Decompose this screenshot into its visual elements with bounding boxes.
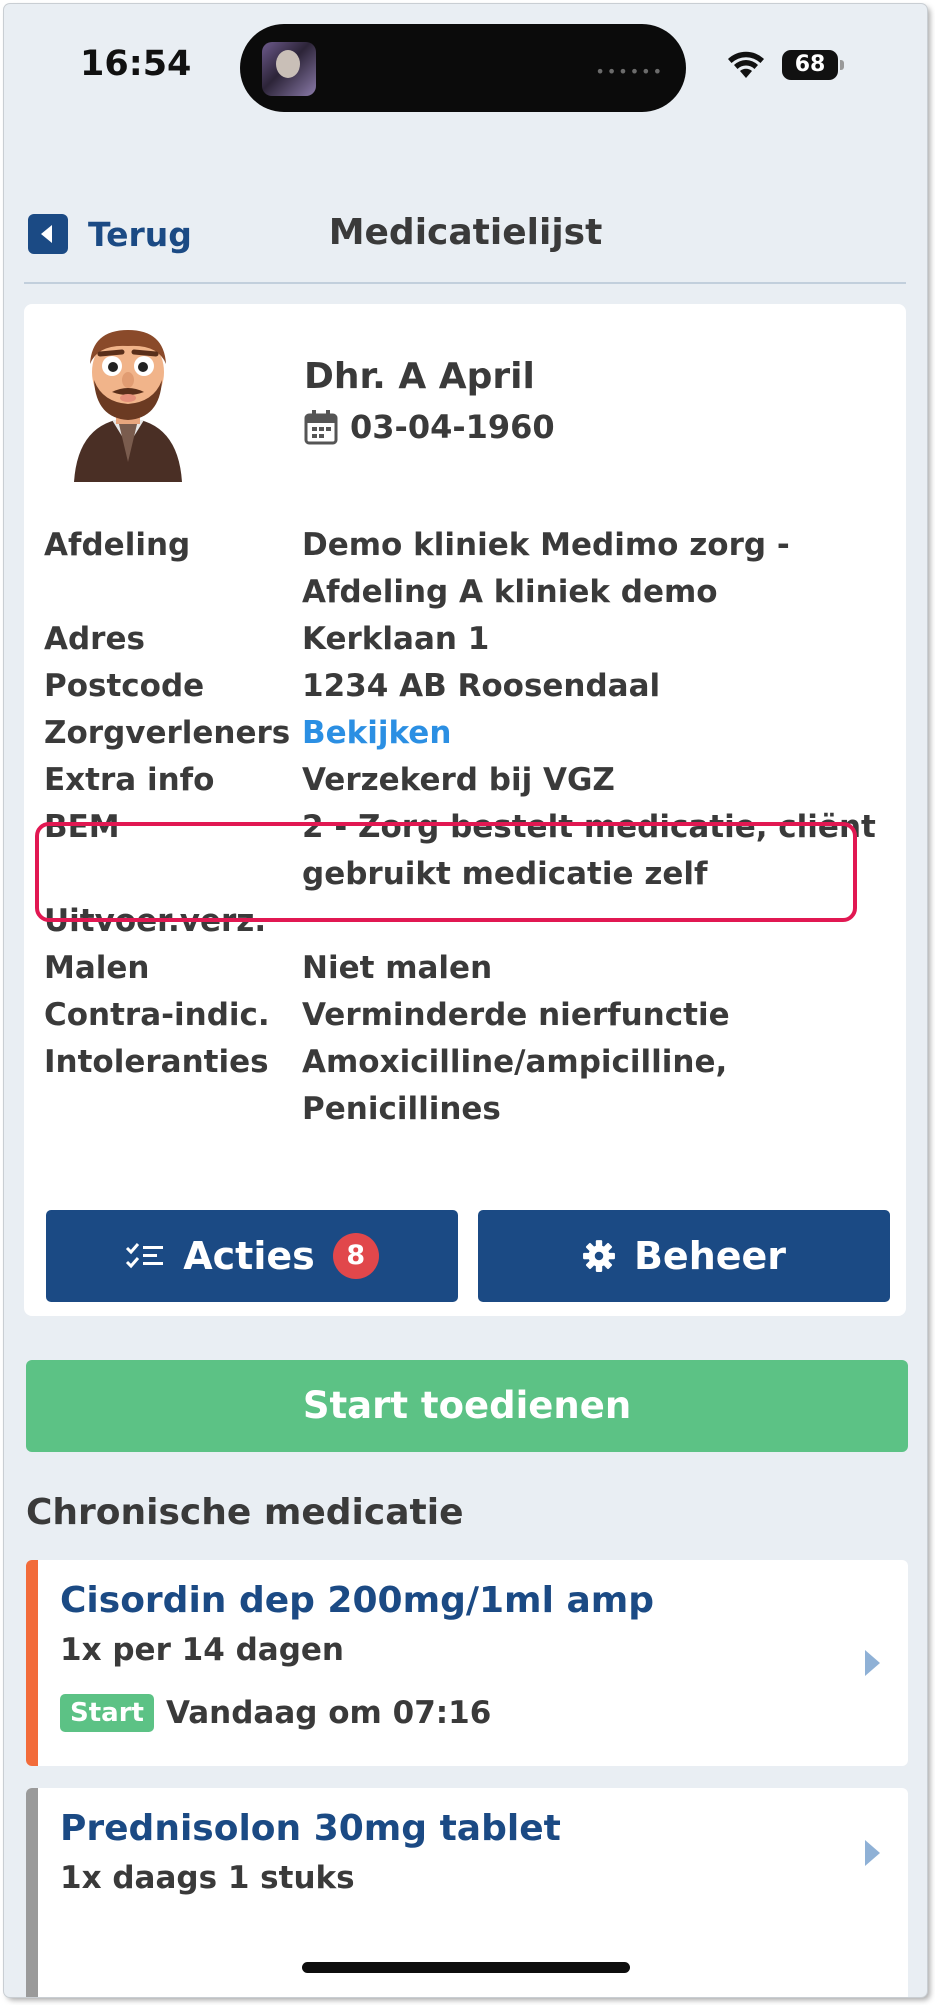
detail-value-line1: Amoxicilline/ampicilline, <box>302 1044 728 1080</box>
nav-divider <box>24 282 906 284</box>
medication-item[interactable]: Cisordin dep 200mg/1ml amp 1x per 14 dag… <box>26 1560 908 1766</box>
page-title: Medicatielijst <box>328 212 603 253</box>
detail-value: Kerklaan 1 <box>302 621 490 657</box>
patient-dob: 03-04-1960 <box>304 408 555 446</box>
detail-row-contra-indic: Contra-indic. Verminderde nierfunctie <box>44 992 894 1039</box>
medication-schedule: Vandaag om 07:16 <box>165 1695 492 1731</box>
zorgverleners-link[interactable]: Bekijken <box>302 710 894 757</box>
patient-avatar-icon <box>74 330 182 482</box>
acties-button[interactable]: Acties 8 <box>46 1210 458 1302</box>
battery-level: 68 <box>794 52 826 77</box>
medication-status-bar <box>26 1788 38 1997</box>
beheer-label: Beheer <box>633 1234 787 1278</box>
detail-row-intoleranties: Intoleranties Amoxicilline/ampicilline, … <box>44 1039 894 1133</box>
medication-frequency: 1x per 14 dagen <box>60 1632 344 1668</box>
detail-value-line1: Demo kliniek Medimo zorg - <box>302 527 790 563</box>
detail-row-afdeling: Afdeling Demo kliniek Medimo zorg - Afde… <box>44 522 894 616</box>
audio-waveform-icon: •••••• <box>595 62 664 81</box>
checklist-icon <box>126 1243 164 1269</box>
detail-label: Afdeling <box>44 527 191 563</box>
detail-value: Verzekerd bij VGZ <box>302 762 615 798</box>
start-tag: Start <box>60 1694 154 1732</box>
medication-name: Cisordin dep 200mg/1ml amp <box>60 1580 655 1621</box>
detail-value: Amoxicilline/ampicilline, Penicillines <box>302 1039 894 1133</box>
detail-label: Zorgverleners <box>44 715 291 751</box>
detail-label: Contra-indic. <box>44 997 270 1033</box>
wifi-icon <box>728 51 764 78</box>
gear-icon <box>583 1240 615 1272</box>
detail-row-zorgverleners: Zorgverleners Bekijken <box>44 710 894 757</box>
bem-highlight-box <box>35 822 857 922</box>
section-title: Chronische medicatie <box>26 1492 464 1533</box>
detail-label: Intoleranties <box>44 1044 269 1080</box>
calendar-icon <box>304 410 338 445</box>
detail-value: 1234 AB Roosendaal <box>302 668 661 704</box>
detail-row-postcode: Postcode 1234 AB Roosendaal <box>44 663 894 710</box>
dynamic-island[interactable]: •••••• <box>240 24 686 112</box>
medication-frequency: 1x daags 1 stuks <box>60 1860 355 1896</box>
status-time: 16:54 <box>80 44 192 84</box>
patient-name: Dhr. A April <box>304 356 535 397</box>
chevron-right-icon <box>865 1840 880 1866</box>
now-playing-thumbnail <box>262 42 316 96</box>
app-screen: 16:54 •••••• 68 Terug Medicatielijst Dhr… <box>4 4 927 1997</box>
detail-value: Verminderde nierfunctie <box>302 997 730 1033</box>
medication-status-bar <box>26 1560 38 1766</box>
acties-count-badge: 8 <box>332 1233 379 1279</box>
detail-value-line2: Afdeling A kliniek demo <box>302 574 718 610</box>
detail-value: Niet malen <box>302 950 493 986</box>
medication-name: Prednisolon 30mg tablet <box>60 1808 561 1849</box>
home-indicator[interactable] <box>302 1962 630 1973</box>
detail-row-malen: Malen Niet malen <box>44 945 894 992</box>
beheer-button[interactable]: Beheer <box>478 1210 890 1302</box>
detail-label: Adres <box>44 621 145 657</box>
medication-start-row: Start Vandaag om 07:16 <box>60 1694 491 1732</box>
detail-label: Extra info <box>44 762 215 798</box>
battery-indicator: 68 <box>782 50 844 80</box>
start-toedienen-button[interactable]: Start toedienen <box>26 1360 908 1452</box>
patient-card: Dhr. A April 03-04-1960 Afdeling Demo kl… <box>24 304 906 1316</box>
detail-label: Malen <box>44 950 150 986</box>
detail-row-extra-info: Extra info Verzekerd bij VGZ <box>44 757 894 804</box>
acties-label: Acties <box>183 1234 315 1278</box>
detail-value-line2: Penicillines <box>302 1091 501 1127</box>
dob-value: 03-04-1960 <box>350 408 555 446</box>
detail-value: Demo kliniek Medimo zorg - Afdeling A kl… <box>302 522 894 616</box>
battery-cap <box>840 60 844 70</box>
detail-row-adres: Adres Kerklaan 1 <box>44 616 894 663</box>
chevron-right-icon <box>865 1650 880 1676</box>
detail-label: Postcode <box>44 668 205 704</box>
